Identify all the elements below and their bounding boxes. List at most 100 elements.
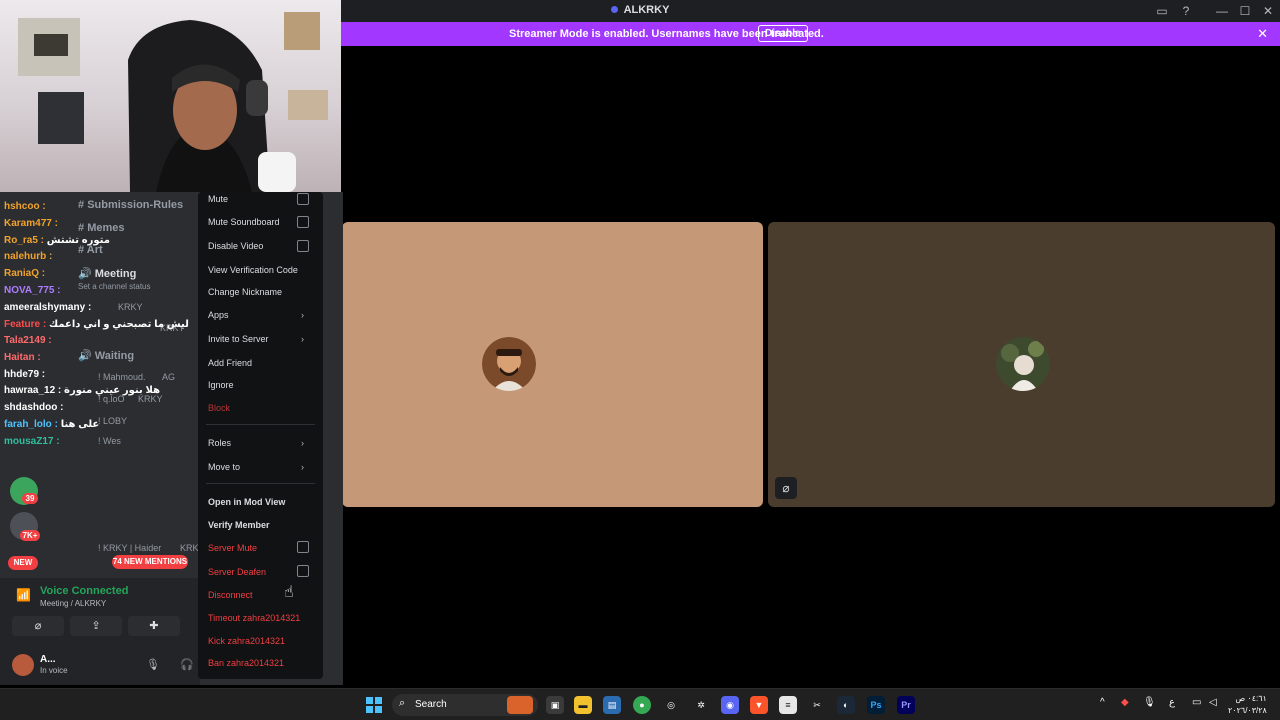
- voice-member[interactable]: KRK: [180, 543, 199, 553]
- channel-memes[interactable]: # Memes: [78, 222, 124, 234]
- channel-status-placeholder[interactable]: Set a channel status: [78, 282, 151, 291]
- menu-item-change-nickname[interactable]: Change Nickname: [208, 287, 282, 297]
- brave-icon[interactable]: ▼: [750, 696, 768, 714]
- network-icon[interactable]: ▭: [1192, 697, 1201, 708]
- voice-member[interactable]: ! Wes: [98, 436, 121, 446]
- mouse-cursor-icon: ☝: [284, 584, 294, 601]
- disable-video-checkbox[interactable]: [297, 240, 309, 252]
- menu-item-mute-soundboard[interactable]: Mute Soundboard: [208, 217, 280, 227]
- menu-item-ban[interactable]: Ban zahra2014321: [208, 658, 284, 668]
- obs-icon[interactable]: ◎: [662, 696, 680, 714]
- new-mentions-pill[interactable]: 74 NEW MENTIONS: [112, 555, 188, 569]
- minimize-icon[interactable]: —: [1214, 3, 1230, 19]
- chat-line: hhde79 :: [4, 369, 45, 380]
- chrome-icon[interactable]: ●: [633, 696, 651, 714]
- menu-item-server-deafen[interactable]: Server Deafen: [208, 567, 266, 577]
- unread-badge: 39: [22, 493, 38, 504]
- menu-item-open-in-mod-view[interactable]: Open in Mod View: [208, 497, 285, 507]
- voice-member[interactable]: ! KRKY | Haider: [98, 543, 161, 553]
- new-badge[interactable]: NEW: [8, 556, 38, 570]
- chevron-right-icon: ›: [301, 334, 304, 344]
- chevron-up-icon[interactable]: ^: [1100, 697, 1105, 708]
- task-view-icon[interactable]: ▣: [546, 696, 564, 714]
- menu-item-mute[interactable]: Mute: [208, 194, 228, 204]
- disable-streamer-mode-button[interactable]: Disable: [758, 25, 808, 42]
- menu-item-move-to[interactable]: Move to: [208, 462, 240, 472]
- voice-channel-meeting[interactable]: 🔊 Meeting: [78, 267, 136, 280]
- menu-item-block[interactable]: Block: [208, 403, 230, 413]
- notepad-icon[interactable]: ≡: [779, 696, 797, 714]
- windows-start-icon[interactable]: [366, 697, 382, 713]
- menu-item-disable-video[interactable]: Disable Video: [208, 241, 263, 251]
- voice-member[interactable]: AG: [162, 372, 175, 382]
- chat-user: hshcoo :: [4, 201, 46, 212]
- headphones-icon[interactable]: 🎧: [180, 658, 194, 671]
- unread-badge: 7K+: [20, 530, 40, 541]
- clock-date: ٢٠٢٦/٠٣/٢٨: [1228, 706, 1267, 715]
- user-avatar: [996, 337, 1050, 391]
- steam-icon[interactable]: ◐: [837, 696, 855, 714]
- user-status: In voice: [40, 666, 68, 675]
- camera-off-button[interactable]: ⌀: [12, 616, 64, 636]
- system-clock[interactable]: ٠٤:٦١ ص ٢٠٢٦/٠٣/٢٨: [1228, 693, 1267, 717]
- mute-soundboard-checkbox[interactable]: [297, 216, 309, 228]
- microphone-icon[interactable]: 🎙: [146, 658, 160, 671]
- user-avatar: [482, 337, 536, 391]
- help-icon[interactable]: ?: [1178, 3, 1194, 19]
- close-icon[interactable]: ✕: [1260, 3, 1276, 19]
- store-icon[interactable]: ▤: [603, 696, 621, 714]
- chevron-right-icon: ›: [301, 438, 304, 448]
- channel-label: Submission-Rules: [87, 199, 184, 211]
- voice-channel-path[interactable]: Meeting / ALKRKY: [40, 599, 106, 608]
- voice-member[interactable]: ! LOBY: [98, 416, 127, 426]
- channel-submission-rules[interactable]: # Submission-Rules: [78, 199, 183, 211]
- menu-item-apps[interactable]: Apps: [208, 310, 229, 320]
- search-icon: ⌕: [399, 697, 406, 709]
- avatar[interactable]: [12, 654, 34, 676]
- server-deafen-checkbox[interactable]: [297, 565, 309, 577]
- microphone-tray-icon[interactable]: 🎙: [1143, 697, 1156, 708]
- voice-member[interactable]: ! Mahmoud.: [98, 372, 146, 382]
- chat-user: Feature :: [4, 319, 47, 330]
- menu-item-view-verification-code[interactable]: View Verification Code: [208, 265, 298, 275]
- video-tile-user-2[interactable]: ⌀: [768, 222, 1275, 507]
- chat-line: nalehurb :: [4, 251, 52, 262]
- chat-line: Feature : ليش ما تصبحني و اني داعمك: [4, 319, 189, 330]
- menu-item-invite-to-server[interactable]: Invite to Server: [208, 334, 269, 344]
- menu-item-roles[interactable]: Roles: [208, 438, 231, 448]
- server-mute-checkbox[interactable]: [297, 541, 309, 553]
- discord-logo-icon: [610, 6, 618, 13]
- cast-icon[interactable]: ▭: [1154, 3, 1170, 19]
- taskbar-search[interactable]: ⌕ Search: [392, 694, 538, 716]
- chat-line: hshcoo :: [4, 201, 46, 212]
- language-indicator[interactable]: ع: [1169, 697, 1175, 708]
- steelseries-icon[interactable]: ✲: [692, 696, 710, 714]
- activities-button[interactable]: ✚: [128, 616, 180, 636]
- premiere-icon[interactable]: Pr: [897, 696, 915, 714]
- voice-status[interactable]: Voice Connected: [40, 585, 128, 597]
- volume-icon[interactable]: ◁: [1209, 697, 1217, 708]
- voice-member[interactable]: KRKY: [118, 302, 143, 312]
- chevron-right-icon: ›: [301, 310, 304, 320]
- menu-item-disconnect[interactable]: Disconnect: [208, 590, 253, 600]
- file-explorer-icon[interactable]: ▬: [574, 696, 592, 714]
- menu-item-ignore[interactable]: Ignore: [208, 380, 234, 390]
- video-tile-user-1[interactable]: [342, 222, 763, 507]
- screen-share-button[interactable]: ⇪: [70, 616, 122, 636]
- discord-icon[interactable]: ◉: [721, 696, 739, 714]
- menu-item-verify-member[interactable]: Verify Member: [208, 520, 270, 530]
- user-name[interactable]: A...: [40, 654, 56, 665]
- menu-item-server-mute[interactable]: Server Mute: [208, 543, 257, 553]
- photoshop-icon[interactable]: Ps: [867, 696, 885, 714]
- voice-channel-waiting[interactable]: 🔊 Waiting: [78, 349, 134, 362]
- chat-line: Tala2149 :: [4, 335, 52, 346]
- maximize-icon[interactable]: ☐: [1237, 3, 1253, 19]
- mute-checkbox[interactable]: [297, 193, 309, 205]
- window-title-text: ALKRKY: [623, 4, 670, 16]
- menu-item-kick[interactable]: Kick zahra2014321: [208, 636, 285, 646]
- menu-item-add-friend[interactable]: Add Friend: [208, 358, 252, 368]
- menu-item-timeout[interactable]: Timeout zahra2014321: [208, 613, 300, 623]
- capcut-icon[interactable]: ✂: [808, 696, 826, 714]
- tray-app-icon[interactable]: ◆: [1121, 697, 1129, 708]
- banner-close-icon[interactable]: ✕: [1257, 26, 1268, 42]
